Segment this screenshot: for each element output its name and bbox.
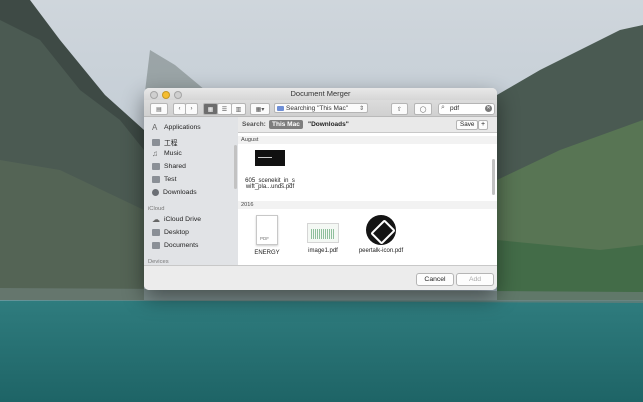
sidebar-toggle-button[interactable]: ▤ — [150, 103, 168, 115]
scope-this-mac-button[interactable]: This Mac — [269, 120, 303, 129]
folder-icon — [152, 242, 160, 249]
dialog-footer: Cancel Add — [144, 265, 497, 290]
folder-icon — [277, 105, 284, 111]
scrollbar[interactable] — [492, 159, 495, 195]
file-browser: Search: This Mac "Downloads" Save + Augu… — [234, 117, 497, 265]
sidebar-section-icloud: iCloud — [148, 206, 165, 212]
folder-icon — [152, 176, 160, 183]
chart-thumbnail-icon — [307, 223, 339, 243]
sidebar-item-music[interactable]: ♫ Music — [152, 149, 182, 158]
file-name-line2: wift_pla...unds.pdf — [245, 184, 295, 190]
sidebar-item-shared[interactable]: Shared — [152, 163, 186, 170]
file-name: image1.pdf — [308, 248, 338, 254]
sidebar-item-gongcheng[interactable]: 工程 — [152, 137, 178, 147]
file-item[interactable]: image1.pdf — [298, 215, 348, 254]
clear-search-icon[interactable]: ✕ — [485, 105, 492, 112]
grid-icon: ▦ — [207, 106, 214, 113]
icon-view-button[interactable]: ▦ — [203, 103, 218, 115]
location-label: Searching "This Mac" — [286, 104, 349, 112]
sidebar-item-icloud-drive[interactable]: ☁ iCloud Drive — [152, 215, 202, 224]
toolbar: ▤ ‹ › ▦ ☰ ▥ ▦▾ Searching "This Mac" ⇕ ⇧ … — [144, 100, 497, 117]
file-item[interactable]: 605_scenekit_in_s wift_pla...unds.pdf — [242, 150, 298, 190]
folder-icon — [152, 138, 160, 146]
peertalk-logo-icon — [366, 215, 396, 245]
sidebar-item-label: Shared — [164, 163, 186, 170]
search-icon: ⌕ — [441, 104, 445, 111]
folder-icon — [152, 163, 160, 170]
window-title: Document Merger — [290, 89, 351, 98]
sidebar-item-label: Downloads — [163, 189, 197, 196]
list-view-button[interactable]: ☰ — [217, 103, 232, 115]
sidebar-item-label: iCloud Drive — [164, 216, 202, 223]
tag-icon: ◯ — [419, 106, 427, 113]
scope-label: Search: — [242, 121, 266, 128]
location-popup[interactable]: Searching "This Mac" ⇕ — [274, 103, 368, 113]
cancel-button[interactable]: Cancel — [416, 273, 454, 286]
applications-icon: A — [152, 123, 158, 132]
sidebar-item-downloads[interactable]: Downloads — [152, 189, 197, 196]
updown-chevron-icon: ⇕ — [358, 105, 364, 112]
sidebar-item-label: 工程 — [164, 140, 178, 147]
group-header-august: August — [238, 136, 497, 144]
forward-button[interactable]: › — [185, 103, 198, 115]
sidebar-item-label: Documents — [164, 242, 199, 249]
folder-icon — [152, 229, 160, 236]
search-input-value: pdf — [450, 105, 460, 112]
file-name: peertalk-icon.pdf — [358, 248, 404, 254]
sidebar-item-desktop[interactable]: Desktop — [152, 229, 189, 236]
group-header-2016: 2016 — [238, 201, 497, 209]
sidebar: A Applications 工程 ♫ Music Shared Test Do… — [144, 117, 238, 265]
sidebar-item-documents[interactable]: Documents — [152, 242, 198, 249]
pdf-document-icon: PDF — [256, 215, 278, 245]
add-button[interactable]: Add — [456, 273, 494, 286]
sidebar-item-applications[interactable]: A Applications — [152, 123, 201, 132]
chevron-right-icon: › — [190, 106, 193, 112]
scope-downloads-button[interactable]: "Downloads" — [308, 121, 349, 128]
sidebar-item-label: Applications — [164, 124, 201, 131]
chevron-left-icon: ‹ — [178, 106, 181, 112]
file-item[interactable]: PDF ENERGY — [244, 215, 290, 256]
sidebar-item-label: Test — [164, 176, 177, 183]
share-button[interactable]: ⇧ — [391, 103, 408, 115]
list-icon: ☰ — [221, 106, 228, 113]
file-thumbnail — [255, 150, 285, 166]
sidebar-icon: ▤ — [156, 106, 162, 113]
save-search-button[interactable]: Save — [456, 120, 479, 130]
sidebar-item-label: Music — [164, 150, 182, 157]
arrange-icon: ▦▾ — [255, 106, 265, 113]
sidebar-item-label: Desktop — [164, 229, 189, 236]
sidebar-scrollbar[interactable] — [234, 145, 237, 189]
tag-button[interactable]: ◯ — [414, 103, 432, 115]
add-criteria-button[interactable]: + — [478, 120, 488, 130]
file-open-dialog: Document Merger ▤ ‹ › ▦ ☰ ▥ ▦▾ Searching… — [144, 88, 497, 290]
cloud-icon: ☁ — [152, 215, 160, 224]
columns-icon: ▥ — [235, 106, 242, 113]
column-view-button[interactable]: ▥ — [231, 103, 246, 115]
sidebar-item-test[interactable]: Test — [152, 176, 176, 183]
search-scope-bar: Search: This Mac "Downloads" Save + — [238, 117, 497, 133]
search-field[interactable]: ⌕ pdf ✕ — [438, 103, 495, 115]
title-bar: Document Merger — [144, 88, 497, 100]
share-icon: ⇧ — [396, 106, 403, 113]
arrange-button[interactable]: ▦▾ — [250, 103, 270, 115]
downloads-icon — [152, 189, 159, 196]
file-item[interactable]: peertalk-icon.pdf — [350, 215, 412, 254]
music-icon: ♫ — [152, 149, 158, 158]
file-name: ENERGY — [254, 250, 280, 256]
